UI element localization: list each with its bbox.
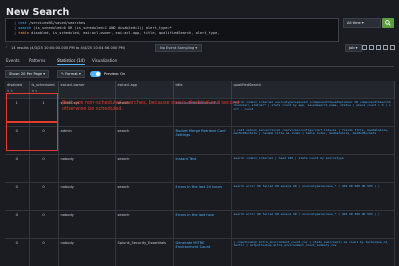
cell-is-scheduled: 0 (29, 183, 58, 211)
highlight-box (6, 93, 58, 122)
cell-qualified-search: search error OR failed OR severe OR ( so… (231, 211, 394, 239)
cell-disabled: 0 (5, 211, 29, 239)
table-row: 0 0 nobody search Errors in the last 24 … (5, 183, 394, 211)
results-tabs: Events Patterns Statistics (14) Visualiz… (5, 57, 394, 67)
column-header-title[interactable]: title (173, 81, 231, 99)
cell-app: search (115, 183, 173, 211)
preview-label: Preview: On (104, 72, 125, 76)
pause-icon[interactable] (362, 45, 367, 50)
tab-visualization[interactable]: Visualization (92, 58, 117, 63)
query-command: rest (18, 21, 27, 25)
cell-owner: nobody (58, 183, 115, 211)
table-controls: Show: 20 Per Page ▾ ✎ Format ▾ Preview: … (5, 70, 394, 78)
cell-title[interactable]: Errors in the last 24 hours (173, 183, 231, 211)
per-page-dropdown[interactable]: Show: 20 Per Page ▾ (5, 70, 49, 78)
column-header-owner[interactable]: eai:acl.owner (58, 81, 115, 99)
cell-disabled: 0 (5, 155, 29, 183)
table-row: 0 0 nobody search Errors in the last hou… (5, 211, 394, 239)
preview-toggle[interactable] (90, 71, 101, 77)
cell-qualified-search: search index=_internal sourcetype=splunk… (231, 99, 394, 127)
table-row: 0 0 admin search Bucket Merge Retrieve C… (5, 127, 394, 155)
cell-owner: admin (58, 127, 115, 155)
event-sampling-dropdown[interactable]: No Event Sampling ▾ (155, 44, 202, 52)
result-count-status: 14 results (4/3/25 10:00:00.000 PM to 4/… (11, 46, 125, 50)
search-button[interactable] (382, 18, 394, 28)
page-title: New Search (6, 7, 69, 18)
job-status-row: ✓ 14 results (4/3/25 10:00:00.000 PM to … (5, 45, 394, 53)
cell-title[interactable]: Instant Test (173, 155, 231, 183)
column-header-app[interactable]: eai:acl.app (115, 81, 173, 99)
query-line-2: |search (is_scheduled=0 OR (is_scheduled… (14, 26, 172, 30)
pipe-symbol: | (14, 21, 16, 25)
pipe-symbol: | (14, 26, 16, 30)
query-args: /servicesNS/saved/searches (27, 21, 85, 25)
cell-is-scheduled: 0 (29, 155, 58, 183)
cell-owner: nobody (58, 155, 115, 183)
job-tools: Job ▾ (345, 45, 395, 53)
cell-owner: nobody (58, 211, 115, 239)
print-icon[interactable] (383, 45, 388, 50)
table-header-row: disabled⇅ ✎ is_scheduled⇅ ✎ eai:acl.owne… (5, 81, 394, 99)
query-line-3: |table disabled, is_scheduled, eai:acl.o… (14, 31, 219, 35)
query-command: table (18, 31, 29, 35)
cell-qualified-search: search index=_internal | head 100 | stat… (231, 155, 394, 183)
cell-app: search (115, 211, 173, 239)
format-dropdown[interactable]: ✎ Format ▾ (57, 70, 85, 78)
cell-app: search (115, 155, 173, 183)
query-command: search (18, 26, 31, 30)
export-icon[interactable] (390, 45, 395, 50)
cell-is-scheduled: 0 (29, 211, 58, 239)
table-row: 0 0 nobody search Instant Test search in… (5, 155, 394, 183)
time-range-picker[interactable]: All time ▾ (343, 18, 381, 28)
job-menu-button[interactable]: Job ▾ (345, 44, 362, 52)
query-args: disabled, is_scheduled, eai:acl.owner, e… (29, 31, 219, 35)
check-icon: ✓ (5, 45, 8, 49)
pipe-symbol: | (14, 31, 16, 35)
cell-disabled: 0 (5, 183, 29, 211)
query-line-1: |rest /servicesNS/saved/searches (14, 21, 85, 25)
stop-icon[interactable] (369, 45, 374, 50)
tab-events[interactable]: Events (6, 58, 20, 63)
highlight-box (6, 122, 58, 151)
tab-patterns[interactable]: Patterns (29, 58, 45, 63)
cell-qualified-search: | rest splunk_server=local /services/con… (231, 127, 394, 155)
cell-title[interactable]: Errors in the last hour (173, 211, 231, 239)
cell-title[interactable]: Bucket Merge Retrieve Conf Settings (173, 127, 231, 155)
toggle-knob (96, 72, 100, 76)
share-icon[interactable] (376, 45, 381, 50)
search-icon (385, 20, 391, 26)
column-header-qualified-search[interactable]: qualifiedSearch (231, 81, 394, 99)
tab-statistics[interactable]: Statistics (14) (57, 58, 85, 65)
annotation-note: Both are non-scheduled searches, because… (62, 100, 242, 112)
cell-qualified-search: search error OR failed OR severe OR ( so… (231, 183, 394, 211)
search-query-editor[interactable]: |rest /servicesNS/saved/searches |search… (5, 18, 339, 42)
cell-app: search (115, 127, 173, 155)
query-args: (is_scheduled=0 OR (is_scheduled=1 AND d… (31, 26, 172, 30)
